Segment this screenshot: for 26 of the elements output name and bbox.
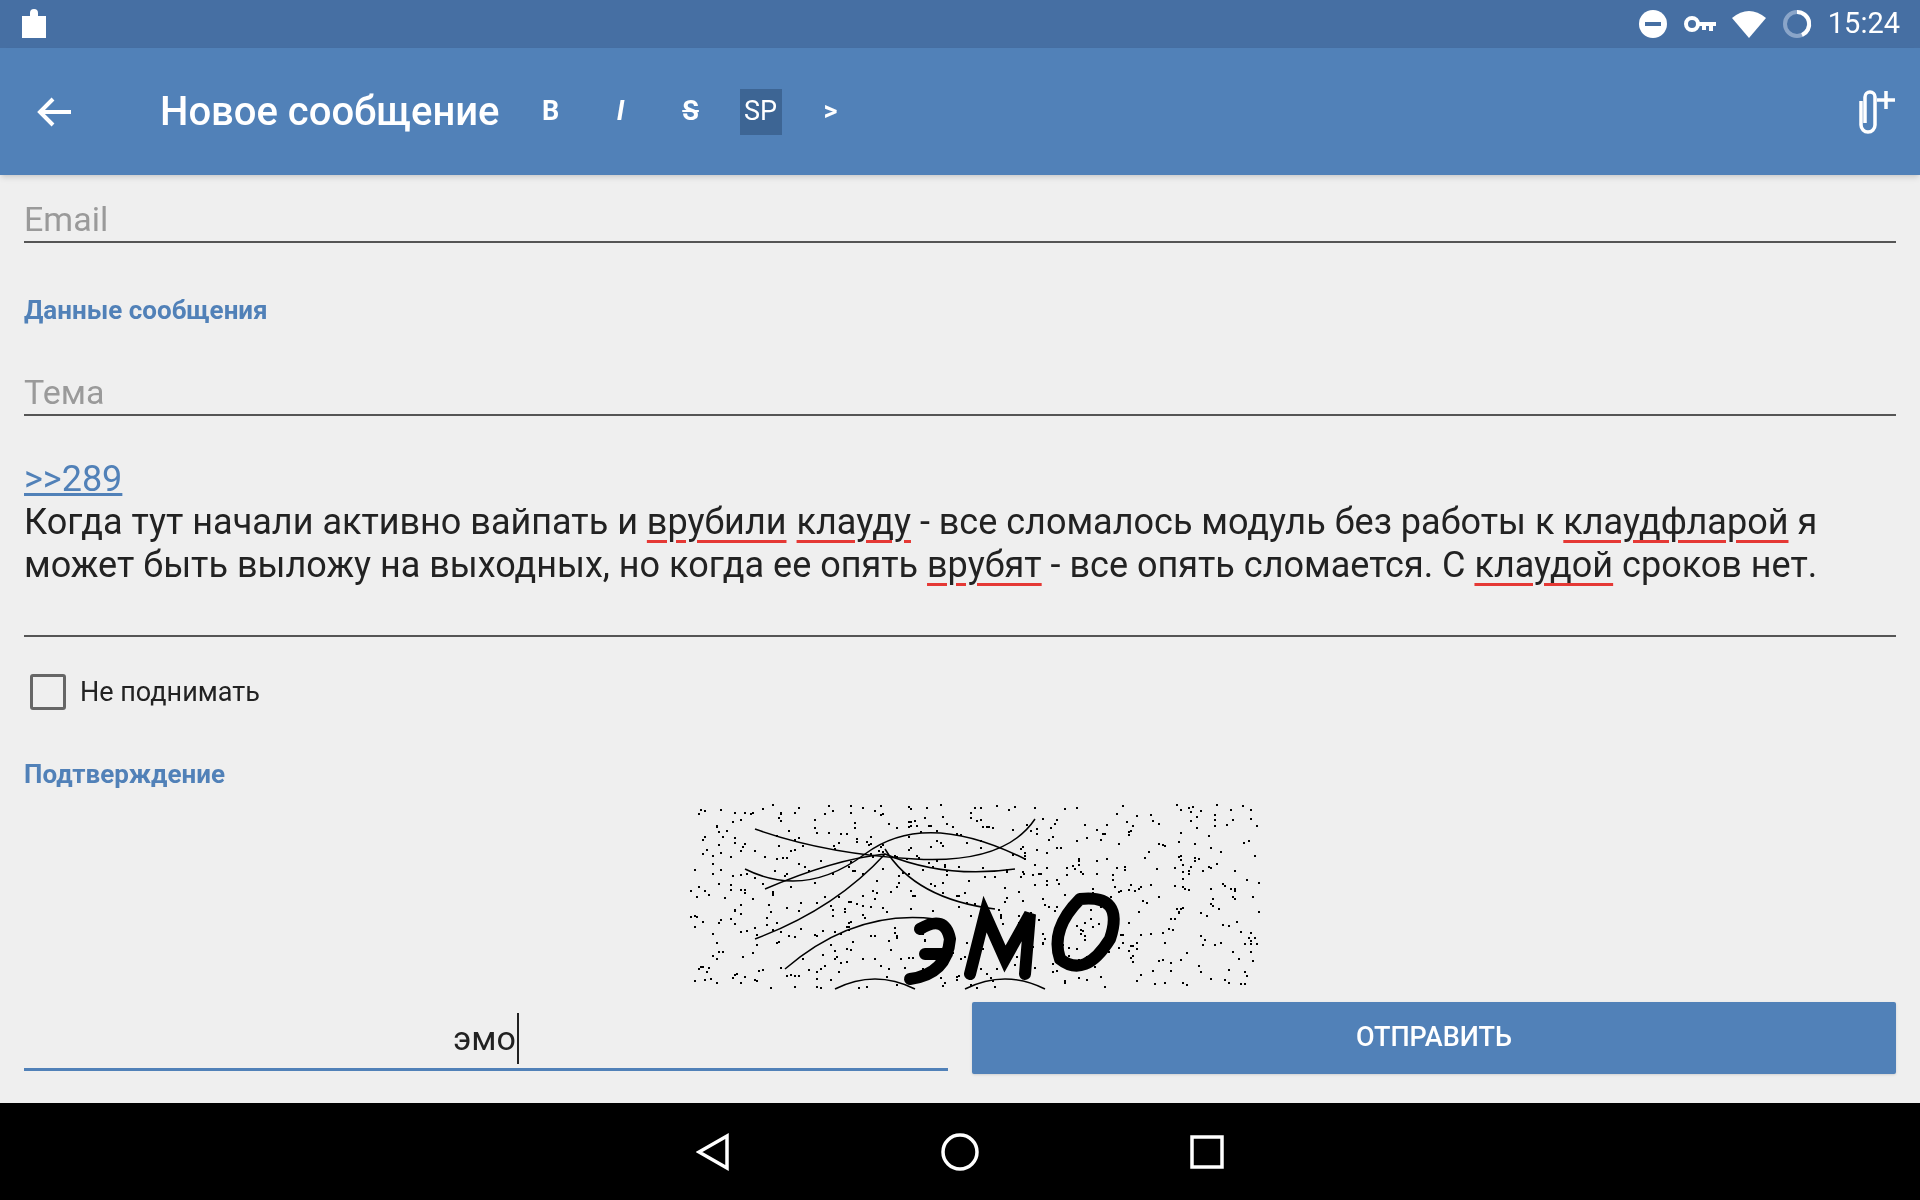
captcha-input[interactable]: эмо: [24, 1004, 948, 1071]
section-heading: Данные сообщения: [24, 294, 269, 327]
screen-title: Новое сообщение: [160, 86, 500, 137]
format-button[interactable]: I: [599, 88, 642, 135]
format-button[interactable]: S: [669, 88, 712, 135]
home-circle-icon[interactable]: [940, 1131, 980, 1172]
subject-field[interactable]: Тема: [24, 370, 1896, 416]
post-link[interactable]: >>289: [24, 458, 123, 501]
back-arrow-icon: [37, 95, 73, 128]
key-icon: [1683, 14, 1716, 34]
send-button[interactable]: ОТПРАВИТЬ: [972, 1001, 1896, 1074]
back-triangle-icon[interactable]: [696, 1132, 730, 1171]
message-text-line: Когда тут начали активно вайпать и врубили клауду - все сломалось модуль без работы к клаудфларой я: [24, 501, 1819, 544]
checkbox-label: Не поднимать: [80, 675, 260, 710]
wifi-icon: [1731, 10, 1766, 38]
clock-time: 15:24: [1827, 5, 1900, 43]
email-field[interactable]: Email: [24, 197, 1896, 243]
message-text-line: может быть выложу на выходных, но когда ее опять врубят - все опять сломается. С клаудой сроков нет.: [24, 544, 1819, 587]
format-button[interactable]: SP: [739, 88, 782, 135]
recents-square-icon[interactable]: [1190, 1134, 1224, 1169]
do-not-disturb-icon: [1637, 9, 1668, 39]
section-heading: Подтверждение: [24, 757, 226, 791]
no-bump-checkbox[interactable]: [30, 674, 66, 711]
format-button[interactable]: B: [529, 88, 572, 135]
battery-ring-icon: [1781, 9, 1812, 39]
format-button[interactable]: >: [809, 88, 852, 135]
